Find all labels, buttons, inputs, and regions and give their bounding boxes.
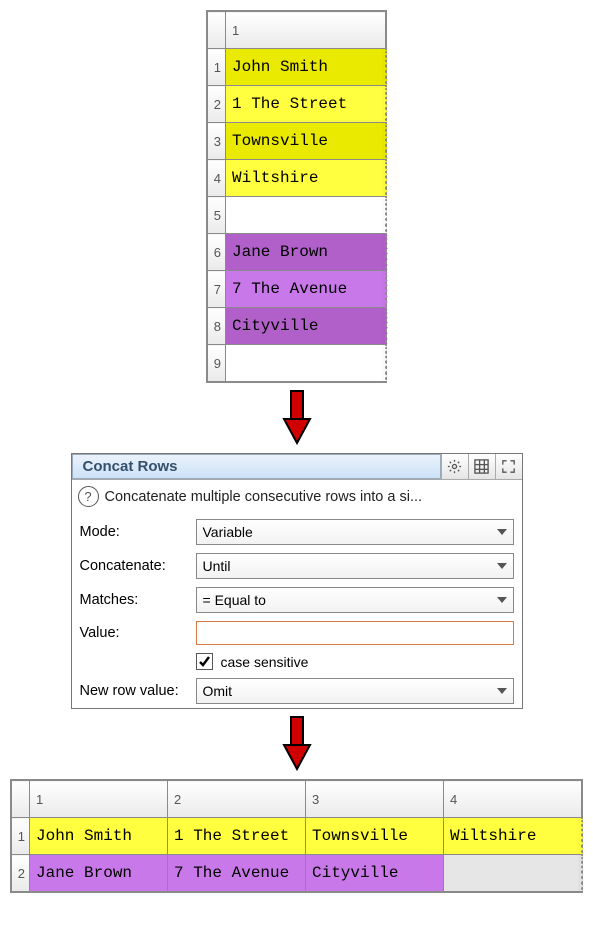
arrow-down-icon [280, 715, 314, 773]
matches-select[interactable]: = Equal to [196, 587, 514, 613]
row-header[interactable]: 9 [208, 345, 226, 382]
concat-rows-panel: Concat Rows ? Concatenate multiple conse… [71, 453, 523, 709]
concatenate-label: Concatenate: [80, 558, 190, 574]
cell[interactable]: 1 The Street [226, 86, 386, 123]
arrow-down-icon [280, 389, 314, 447]
row-header[interactable]: 3 [208, 123, 226, 160]
table-row[interactable]: 2Jane Brown7 The AvenueCityville [12, 855, 582, 892]
table-row[interactable]: 21 The Street [208, 86, 386, 123]
value-label: Value: [80, 625, 190, 641]
row-header[interactable]: 7 [208, 271, 226, 308]
mode-select[interactable]: Variable [196, 519, 514, 545]
cell[interactable] [444, 855, 582, 892]
col-header[interactable]: 2 [168, 781, 306, 818]
row-header[interactable]: 2 [12, 855, 30, 892]
settings-icon[interactable] [441, 454, 468, 479]
panel-title: Concat Rows [72, 454, 441, 479]
row-header[interactable]: 8 [208, 308, 226, 345]
panel-description: Concatenate multiple consecutive rows in… [105, 489, 423, 505]
grid-icon[interactable] [468, 454, 495, 479]
new-row-value-select[interactable]: Omit [196, 678, 514, 704]
input-grid[interactable]: 1 1John Smith21 The Street3Townsville4Wi… [206, 10, 387, 383]
row-header[interactable]: 1 [208, 49, 226, 86]
cell[interactable]: Townsville [306, 818, 444, 855]
row-header[interactable]: 2 [208, 86, 226, 123]
cell[interactable] [226, 197, 386, 234]
col-header[interactable]: 3 [306, 781, 444, 818]
case-sensitive-label: case sensitive [221, 654, 309, 670]
table-row[interactable]: 77 The Avenue [208, 271, 386, 308]
col-header[interactable]: 1 [226, 12, 386, 49]
table-row[interactable]: 9 [208, 345, 386, 382]
cell[interactable]: John Smith [30, 818, 168, 855]
table-row[interactable]: 6Jane Brown [208, 234, 386, 271]
cell[interactable]: 7 The Avenue [168, 855, 306, 892]
corner-cell [208, 12, 226, 49]
cell[interactable]: 1 The Street [168, 818, 306, 855]
chevron-down-icon [497, 563, 507, 569]
row-header[interactable]: 1 [12, 818, 30, 855]
row-header[interactable]: 4 [208, 160, 226, 197]
corner-cell [12, 781, 30, 818]
concatenate-select[interactable]: Until [196, 553, 514, 579]
cell[interactable]: Jane Brown [30, 855, 168, 892]
case-sensitive-checkbox[interactable]: case sensitive [196, 653, 309, 670]
cell[interactable]: Cityville [306, 855, 444, 892]
row-header[interactable]: 5 [208, 197, 226, 234]
cell[interactable]: Wiltshire [444, 818, 582, 855]
value-input[interactable] [196, 621, 514, 645]
table-row[interactable]: 3Townsville [208, 123, 386, 160]
output-grid[interactable]: 1 2 3 4 1John Smith1 The StreetTownsvill… [10, 779, 583, 893]
col-header[interactable]: 1 [30, 781, 168, 818]
chevron-down-icon [497, 688, 507, 694]
table-row[interactable]: 8Cityville [208, 308, 386, 345]
table-row[interactable]: 4Wiltshire [208, 160, 386, 197]
mode-label: Mode: [80, 524, 190, 540]
table-row[interactable]: 1John Smith [208, 49, 386, 86]
table-row[interactable]: 5 [208, 197, 386, 234]
col-header[interactable]: 4 [444, 781, 582, 818]
cell[interactable]: 7 The Avenue [226, 271, 386, 308]
cell[interactable]: Townsville [226, 123, 386, 160]
row-header[interactable]: 6 [208, 234, 226, 271]
help-icon[interactable]: ? [78, 486, 99, 507]
cell[interactable] [226, 345, 386, 382]
cell[interactable]: Wiltshire [226, 160, 386, 197]
chevron-down-icon [497, 597, 507, 603]
table-row[interactable]: 1John Smith1 The StreetTownsvilleWiltshi… [12, 818, 582, 855]
expand-icon[interactable] [495, 454, 522, 479]
cell[interactable]: Cityville [226, 308, 386, 345]
matches-label: Matches: [80, 592, 190, 608]
chevron-down-icon [497, 529, 507, 535]
new-row-value-label: New row value: [80, 683, 190, 699]
cell[interactable]: Jane Brown [226, 234, 386, 271]
cell[interactable]: John Smith [226, 49, 386, 86]
